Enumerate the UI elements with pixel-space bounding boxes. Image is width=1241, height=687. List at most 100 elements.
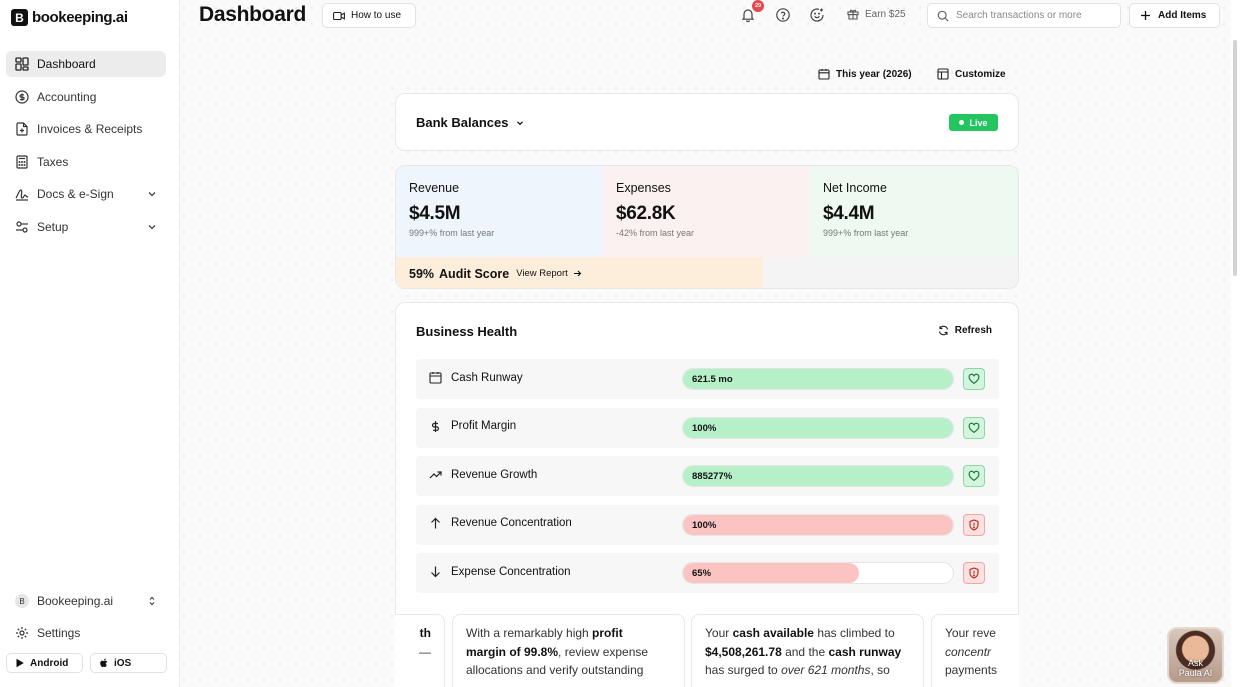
ios-app-button[interactable]: iOS (90, 653, 167, 673)
sidebar-item-accounting[interactable]: Accounting (6, 84, 166, 110)
search-icon (937, 10, 949, 22)
chevron-down-icon[interactable] (146, 221, 158, 233)
expenses-metric[interactable]: Expenses $62.8K -42% from last year (603, 166, 810, 257)
customize-button[interactable]: Customize (937, 68, 1006, 80)
summary-metrics-card: Revenue $4.5M 999+% from last year Expen… (395, 165, 1019, 289)
health-row-label: Revenue Growth (429, 468, 537, 481)
health-row-cash-runway[interactable]: Cash Runway 621.5 mo (416, 359, 999, 399)
sidebar-item-setup[interactable]: Setup (6, 214, 166, 240)
health-bar-value: 65% (692, 568, 712, 579)
add-items-button[interactable]: Add Items (1129, 3, 1220, 28)
status-indicator (963, 562, 985, 584)
play-store-icon (16, 658, 24, 668)
refresh-button[interactable]: Refresh (938, 325, 992, 336)
earn-referral[interactable]: Earn $25 (847, 8, 906, 20)
sidebar-item-taxes[interactable]: Taxes (6, 149, 166, 175)
search-input[interactable]: Search transactions or more (927, 3, 1121, 28)
health-row-profit-margin[interactable]: Profit Margin 100% (416, 407, 999, 448)
metric-value: $4.4M (823, 203, 875, 224)
insight-card[interactable]: Your cash available has climbed to $4,50… (691, 614, 924, 687)
health-row-label: Profit Margin (429, 420, 516, 433)
insight-card-partial[interactable]: Your reve concentr payments (931, 614, 1019, 687)
logo[interactable]: B bookeeping.ai (11, 9, 128, 26)
smiley-feedback-icon[interactable] (809, 7, 825, 23)
insight-text: allocations and verify outstanding (466, 663, 644, 677)
earn-label: Earn $25 (865, 8, 906, 20)
insight-highlight: cash available (732, 626, 814, 640)
sidebar-item-label: Dashboard (37, 57, 96, 71)
search-placeholder: Search transactions or more (956, 10, 1082, 21)
health-bar-value: 885277% (692, 471, 733, 482)
org-switcher[interactable]: B Bookeeping.ai (6, 589, 166, 613)
insight-emphasis: over 621 months (781, 663, 871, 677)
dollar-icon (431, 420, 440, 432)
sidebar-item-invoices[interactable]: Invoices & Receipts (6, 116, 166, 142)
insight-card[interactable]: With a remarkably high profit margin of … (452, 614, 685, 687)
android-label: Android (30, 657, 69, 669)
insight-highlight: profit (592, 626, 623, 640)
heart-icon (968, 422, 980, 433)
insight-highlight: cash runway (828, 644, 902, 659)
metric-value: $4.5M (409, 203, 461, 224)
net-income-metric[interactable]: Net Income $4.4M 999+% from last year (810, 166, 1018, 257)
health-row-label: Expense Concentration (429, 565, 571, 578)
gear-icon (16, 627, 28, 639)
metric-label: Revenue (409, 181, 460, 195)
calendar-icon (818, 69, 830, 80)
apple-icon (100, 658, 108, 668)
settings-link[interactable]: Settings (6, 621, 166, 645)
status-indicator (963, 465, 985, 487)
insight-text: — (419, 644, 431, 659)
notification-count-badge: 29 (752, 0, 764, 12)
customize-label: Customize (955, 68, 1006, 80)
heart-icon (968, 470, 980, 482)
sidebar-item-dashboard[interactable]: Dashboard (6, 51, 166, 77)
sidebar-item-label: Invoices & Receipts (37, 122, 143, 136)
logo-mark: B (11, 9, 28, 26)
insight-card-partial[interactable]: th — (395, 614, 445, 687)
android-app-button[interactable]: Android (6, 653, 83, 673)
refresh-icon (938, 325, 948, 336)
heart-icon (968, 373, 980, 385)
health-bar: 100% (682, 513, 954, 536)
sidebar-item-docs[interactable]: Docs & e-Sign (6, 181, 166, 207)
app-links: Android iOS (6, 653, 167, 673)
file-plus-icon (16, 122, 28, 136)
metric-label: Expenses (616, 181, 671, 195)
status-indicator (963, 513, 985, 536)
chevron-down-icon[interactable] (146, 188, 158, 200)
period-selector[interactable]: This year (2026) (818, 68, 912, 80)
audit-score-bar: 59% Audit Score View Report (396, 257, 763, 288)
alert-shield-icon (969, 567, 979, 579)
alert-shield-icon (969, 518, 979, 531)
metric-value: $62.8K (616, 203, 676, 224)
insights-carousel: th — With a remarkably high profit margi… (395, 614, 1019, 687)
insight-text: has surged to (705, 663, 782, 677)
grid-icon (15, 57, 29, 71)
ask-ai-assistant-button[interactable]: Ask Paula AI (1167, 627, 1224, 684)
insight-highlight: margin of 99.8% (466, 644, 559, 659)
view-report-link[interactable]: View Report (516, 268, 582, 279)
metric-change: 999+% from last year (823, 228, 909, 238)
org-badge: B (15, 594, 29, 608)
health-row-revenue-growth[interactable]: Revenue Growth 885277% (416, 456, 999, 496)
scrollbar-thumb[interactable] (1233, 40, 1237, 276)
health-row-expense-concentration[interactable]: Expense Concentration 65% (416, 553, 999, 593)
insight-text: , review expense (558, 644, 649, 659)
revenue-metric[interactable]: Revenue $4.5M 999+% from last year (396, 166, 603, 257)
how-to-use-button[interactable]: How to use (322, 3, 416, 28)
status-indicator (963, 368, 985, 390)
chevron-down-icon (516, 120, 523, 125)
arrow-up-icon (431, 517, 440, 528)
business-health-title: Business Health (416, 324, 518, 339)
audit-score-label: Audit Score (439, 266, 510, 281)
bank-balances-dropdown[interactable]: Bank Balances (416, 115, 525, 130)
view-report-label: View Report (516, 268, 568, 279)
insight-emphasis: concentr (945, 644, 992, 659)
bank-balances-title: Bank Balances (416, 115, 509, 130)
health-row-label: Cash Runway (429, 371, 523, 384)
health-row-revenue-concentration[interactable]: Revenue Concentration 100% (416, 504, 999, 545)
help-icon[interactable] (775, 7, 791, 23)
sidebar-item-label: Taxes (37, 154, 69, 169)
sidebar-item-label: Docs & e-Sign (37, 187, 114, 201)
